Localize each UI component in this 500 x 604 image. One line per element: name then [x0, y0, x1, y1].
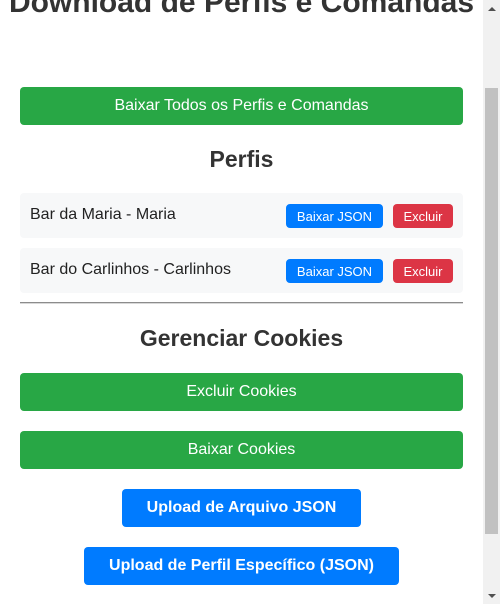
profile-name: Bar do Carlinhos - Carlinhos: [30, 261, 231, 278]
scroll-up-icon[interactable]: [483, 0, 500, 17]
scroll-thumb[interactable]: [485, 88, 498, 534]
cookies-heading: Gerenciar Cookies: [139, 325, 344, 351]
download-json-button[interactable]: Baixar JSON: [286, 259, 383, 283]
scroll-down-icon[interactable]: [483, 587, 500, 604]
browser-viewport: Download de Perfis e Comandas Baixar Tod…: [0, 0, 500, 604]
page-content: Download de Perfis e Comandas Baixar Tod…: [0, 0, 483, 604]
upload-profile-json-button[interactable]: Upload de Perfil Específico (JSON): [84, 547, 399, 585]
profile-name: Bar da Maria - Maria: [30, 206, 176, 223]
profile-row: Bar da Maria - Maria Baixar JSON Excluir: [20, 193, 463, 238]
vertical-scrollbar[interactable]: [483, 0, 500, 604]
download-json-button[interactable]: Baixar JSON: [286, 204, 383, 228]
section-divider: [20, 302, 463, 304]
profile-row: Bar do Carlinhos - Carlinhos Baixar JSON…: [20, 248, 463, 293]
delete-cookies-button[interactable]: Excluir Cookies: [20, 373, 463, 411]
download-cookies-button[interactable]: Baixar Cookies: [20, 431, 463, 469]
profiles-heading: Perfis: [209, 146, 274, 172]
download-all-button[interactable]: Baixar Todos os Perfis e Comandas: [20, 87, 463, 125]
delete-profile-button[interactable]: Excluir: [393, 204, 453, 228]
upload-json-button[interactable]: Upload de Arquivo JSON: [122, 489, 361, 527]
delete-profile-button[interactable]: Excluir: [393, 259, 453, 283]
page-title: Download de Perfis e Comandas: [8, 0, 475, 19]
